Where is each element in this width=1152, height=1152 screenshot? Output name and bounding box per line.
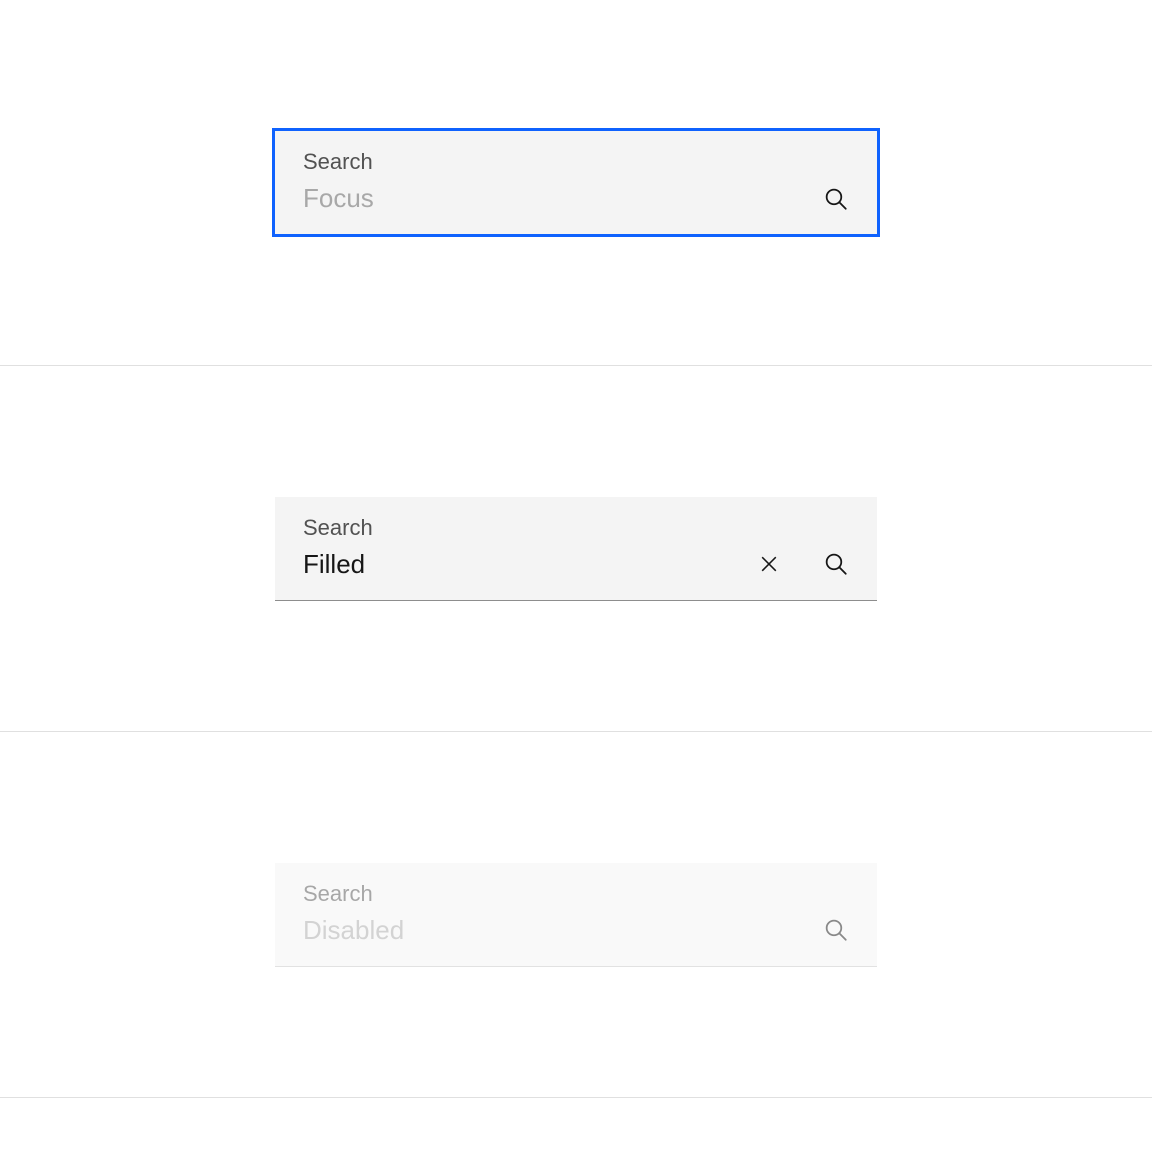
search-row [303, 915, 849, 946]
search-label: Search [303, 515, 849, 541]
search-icon [823, 917, 849, 943]
search-input [303, 915, 823, 946]
search-icons [759, 551, 849, 577]
clear-button[interactable] [759, 554, 779, 574]
search-label: Search [303, 881, 849, 907]
search-button [823, 917, 849, 943]
search-button[interactable] [823, 186, 849, 212]
search-input[interactable] [303, 549, 759, 580]
search-row [303, 183, 849, 214]
search-button[interactable] [823, 551, 849, 577]
search-icon [823, 551, 849, 577]
search-field-filled[interactable]: Search [275, 497, 877, 601]
close-icon [759, 554, 779, 574]
search-focus-section: Search [0, 0, 1152, 366]
search-icons [823, 186, 849, 212]
search-field-focus[interactable]: Search [275, 131, 877, 234]
search-disabled-section: Search [0, 732, 1152, 1098]
search-icons [823, 917, 849, 943]
search-icon [823, 186, 849, 212]
search-label: Search [303, 149, 849, 175]
search-filled-section: Search [0, 366, 1152, 732]
search-row [303, 549, 849, 580]
search-input[interactable] [303, 183, 823, 214]
search-field-disabled: Search [275, 863, 877, 967]
